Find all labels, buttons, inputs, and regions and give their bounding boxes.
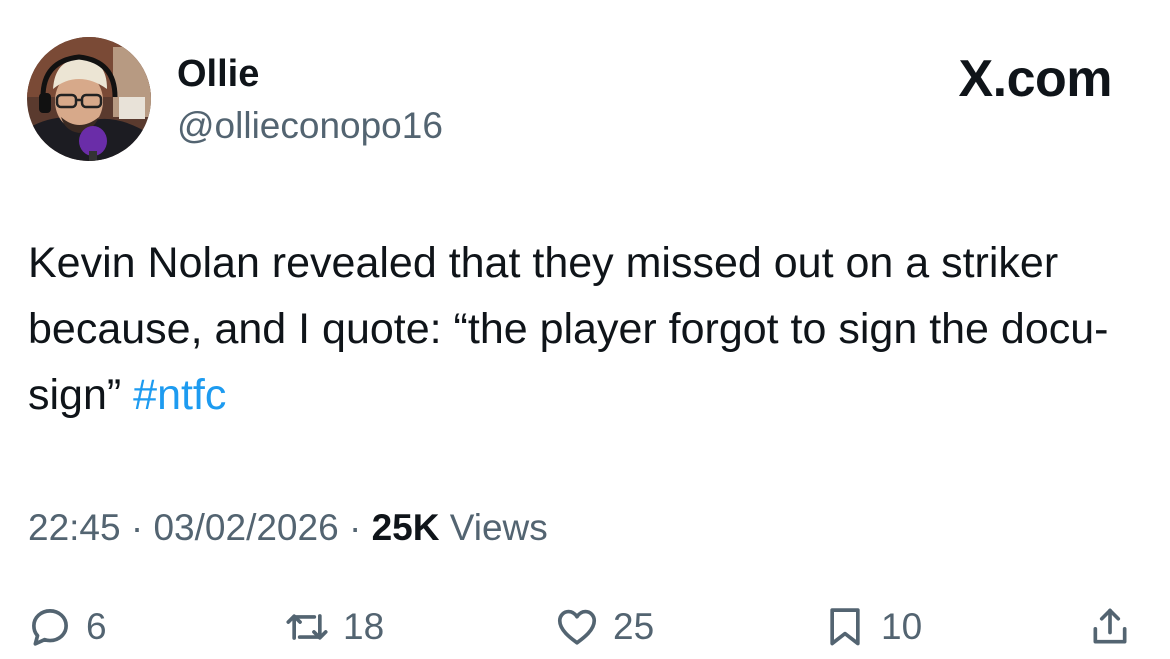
tweet-date[interactable]: 03/02/2026 bbox=[153, 507, 338, 548]
tweet-meta: 22:45 · 03/02/2026 · 25K Views bbox=[28, 503, 548, 553]
tweet-text: Kevin Nolan revealed that they missed ou… bbox=[28, 230, 1138, 428]
repost-button[interactable]: 18 bbox=[285, 597, 384, 657]
avatar-image bbox=[27, 37, 151, 161]
handle[interactable]: @ollieconopo16 bbox=[177, 104, 443, 148]
repost-count: 18 bbox=[343, 606, 385, 647]
x-com-brand: X.com bbox=[958, 50, 1112, 108]
heart-icon bbox=[557, 609, 597, 645]
bookmark-count: 10 bbox=[881, 606, 923, 647]
meta-separator: · bbox=[338, 507, 372, 548]
display-name[interactable]: Ollie bbox=[177, 52, 259, 96]
views-label: Views bbox=[439, 507, 548, 548]
action-bar: 6 18 25 10 bbox=[0, 597, 1170, 657]
tweet-time[interactable]: 22:45 bbox=[28, 507, 121, 548]
reply-button[interactable]: 6 bbox=[28, 597, 107, 657]
like-count: 25 bbox=[613, 606, 655, 647]
bookmark-button[interactable]: 10 bbox=[823, 597, 922, 657]
like-button[interactable]: 25 bbox=[555, 597, 654, 657]
hashtag-link[interactable]: #ntfc bbox=[133, 371, 226, 419]
avatar[interactable] bbox=[27, 37, 151, 161]
bookmark-icon bbox=[830, 608, 860, 646]
reply-icon bbox=[32, 609, 68, 646]
reply-count: 6 bbox=[86, 606, 107, 647]
share-button[interactable] bbox=[1088, 597, 1132, 657]
views-count: 25K bbox=[371, 507, 440, 548]
repost-icon bbox=[286, 614, 328, 640]
meta-separator: · bbox=[120, 507, 154, 548]
share-icon bbox=[1093, 608, 1127, 644]
